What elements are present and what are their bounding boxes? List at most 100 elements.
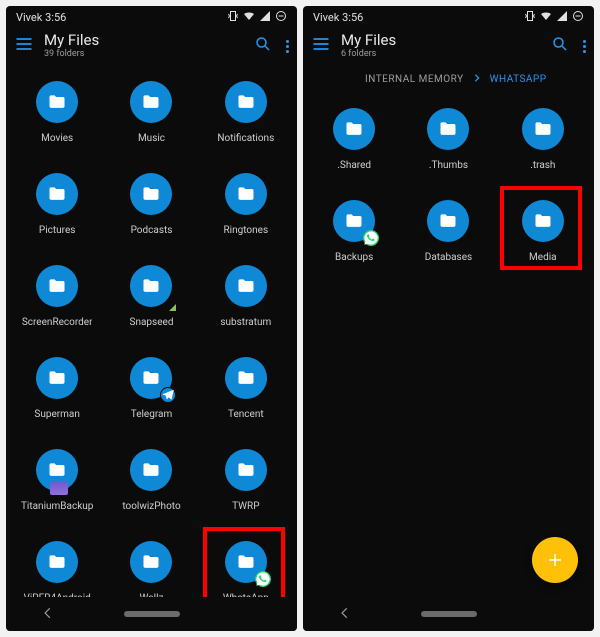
folder-icon (36, 449, 78, 491)
breadcrumb-current[interactable]: WHATSAPP (490, 74, 547, 85)
folder-icon (130, 81, 172, 123)
folder-label: TitaniumBackup (21, 501, 93, 512)
folder-label: Music (138, 133, 165, 144)
folder-label: .Shared (337, 160, 371, 171)
app-title: My Files (341, 33, 541, 48)
status-user: Vivek (313, 11, 339, 24)
folder-icon (522, 108, 564, 150)
folder-grid: Movies Music Notifications Pictures Podcasts… (6, 63, 297, 621)
home-pill[interactable] (124, 611, 180, 617)
app-title: My Files (44, 33, 244, 48)
folder-item[interactable]: Superman (10, 345, 104, 431)
folder-icon (130, 541, 172, 583)
folder-icon (130, 265, 172, 307)
status-left: Vivek 3:56 (313, 11, 363, 24)
folder-label: toolwizPhoto (122, 501, 180, 512)
wifi-icon (243, 10, 255, 25)
status-left: Vivek 3:56 (16, 11, 66, 24)
nav-bar (6, 597, 297, 631)
breadcrumb[interactable]: INTERNAL MEMORY WHATSAPP (303, 63, 594, 90)
folder-item[interactable]: Ringtones (199, 161, 293, 247)
folder-icon (130, 173, 172, 215)
folder-item[interactable]: Databases (401, 188, 495, 274)
folder-item[interactable]: Notifications (199, 69, 293, 155)
snapseed-icon (169, 304, 176, 311)
folder-item[interactable]: Telegram (104, 345, 198, 431)
folder-item[interactable]: substratum (199, 253, 293, 339)
fab-add-button[interactable] (532, 537, 578, 583)
folder-label: Snapseed (130, 317, 174, 328)
folder-icon (36, 265, 78, 307)
folder-grid: .Shared .Thumbs .trash Backups Databases Medi… (303, 90, 594, 280)
folder-icon (225, 449, 267, 491)
folder-item[interactable]: Movies (10, 69, 104, 155)
vibrate-icon (227, 10, 239, 25)
status-bar: Vivek 3:56 (303, 6, 594, 27)
app-bar: My Files 39 folders (6, 27, 297, 63)
folder-item[interactable]: Music (104, 69, 198, 155)
folder-item[interactable]: Backups (307, 188, 401, 274)
wifi-icon (540, 10, 552, 25)
folder-icon (225, 81, 267, 123)
status-time: 3:56 (45, 11, 66, 24)
folder-icon (36, 357, 78, 399)
status-user: Vivek (16, 11, 42, 24)
folder-item[interactable]: TWRP (199, 437, 293, 523)
folder-label: ScreenRecorder (22, 317, 93, 328)
breadcrumb-parent[interactable]: INTERNAL MEMORY (365, 74, 464, 85)
folder-icon (36, 173, 78, 215)
folder-item[interactable]: .Thumbs (401, 96, 495, 182)
folder-item[interactable]: Media (496, 188, 590, 274)
folder-label: Podcasts (131, 225, 173, 236)
nav-bar (303, 597, 594, 631)
folder-item[interactable]: Tencent (199, 345, 293, 431)
title-area: My Files 6 folders (341, 33, 541, 59)
status-icons (227, 10, 287, 25)
menu-icon[interactable] (311, 34, 331, 58)
folder-label: Backups (335, 252, 373, 263)
back-button[interactable] (338, 605, 352, 624)
home-pill[interactable] (421, 611, 477, 617)
app-subtitle: 6 folders (341, 49, 541, 59)
dnd-icon (275, 10, 287, 25)
status-bar: Vivek 3:56 (6, 6, 297, 27)
folder-item[interactable]: Pictures (10, 161, 104, 247)
phone-right: Vivek 3:56 My Files 6 folders (303, 6, 594, 631)
folder-icon (225, 357, 267, 399)
more-icon[interactable] (583, 40, 586, 53)
folder-label: Superman (34, 409, 80, 420)
signal-icon (556, 10, 568, 25)
folder-label: Ringtones (224, 225, 269, 236)
back-button[interactable] (41, 605, 55, 624)
folder-icon (333, 108, 375, 150)
search-icon[interactable] (254, 35, 272, 57)
folder-item[interactable]: ScreenRecorder (10, 253, 104, 339)
titanium-icon (50, 481, 68, 495)
folder-label: Media (529, 252, 557, 263)
folder-icon (427, 108, 469, 150)
folder-label: Pictures (39, 225, 76, 236)
phone-left: Vivek 3:56 My Files 39 folders (6, 6, 297, 631)
folder-icon (427, 200, 469, 242)
folder-icon (522, 200, 564, 242)
folder-item[interactable]: .Shared (307, 96, 401, 182)
search-icon[interactable] (551, 35, 569, 57)
chevron-right-icon (472, 73, 482, 86)
app-bar: My Files 6 folders (303, 27, 594, 63)
folder-item[interactable]: TitaniumBackup (10, 437, 104, 523)
folder-label: Tencent (228, 409, 264, 420)
folder-item[interactable]: Snapseed (104, 253, 198, 339)
folder-item[interactable]: toolwizPhoto (104, 437, 198, 523)
folder-label: Databases (425, 252, 472, 263)
folder-icon (333, 200, 375, 242)
folder-icon (225, 541, 267, 583)
folder-label: .trash (530, 160, 555, 171)
more-icon[interactable] (286, 40, 289, 53)
folder-item[interactable]: .trash (496, 96, 590, 182)
status-icons (524, 10, 584, 25)
folder-label: substratum (220, 317, 271, 328)
folder-item[interactable]: Podcasts (104, 161, 198, 247)
status-time: 3:56 (342, 11, 363, 24)
menu-icon[interactable] (14, 34, 34, 58)
vibrate-icon (524, 10, 536, 25)
